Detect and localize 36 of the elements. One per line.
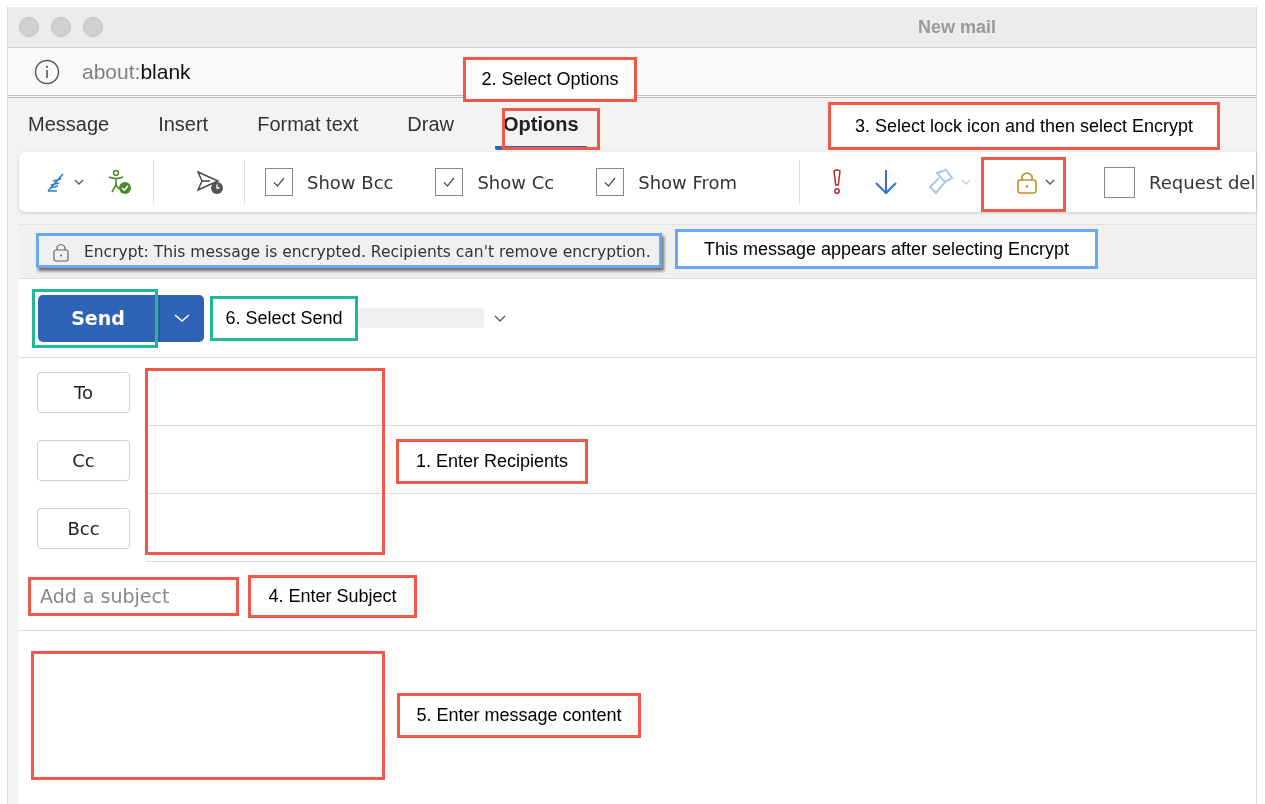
low-importance-icon[interactable]: [874, 168, 899, 196]
from-dropdown-icon[interactable]: [493, 313, 507, 323]
chevron-down-icon: [73, 178, 85, 186]
chevron-down-icon: [173, 312, 191, 323]
toolbar-checkbox[interactable]: Show From: [596, 168, 738, 196]
chevron-down-icon: [960, 178, 973, 186]
ribbon-tab[interactable]: Insert: [150, 104, 217, 150]
toolbar-checkbox[interactable]: Show Cc: [435, 168, 555, 196]
callout-label: 3. Select lock icon and then select Encrypt: [828, 102, 1220, 150]
delay-send-icon[interactable]: [196, 169, 224, 195]
signature-button[interactable]: [45, 171, 85, 193]
lock-icon: [1016, 169, 1039, 195]
callout-label: 2. Select Options: [463, 57, 637, 102]
toolbar-checkbox[interactable]: Show Bcc: [265, 168, 394, 196]
accessibility-check-icon[interactable]: [107, 169, 133, 195]
ribbon-tab[interactable]: Message: [20, 104, 118, 150]
ribbon-tab[interactable]: Format text: [249, 104, 367, 150]
pen-icon: [45, 171, 67, 193]
recipient-button[interactable]: To: [37, 371, 130, 413]
callout-label: 4. Enter Subject: [248, 575, 417, 618]
send-button[interactable]: Send: [38, 294, 158, 342]
encryption-notice: Encrypt: This message is encrypted. Recipients can't remove encryption.: [84, 242, 651, 261]
toolbar-checkbox[interactable]: Request del: [1104, 166, 1256, 198]
chevron-down-icon: [1044, 178, 1057, 186]
callout-label: 1. Enter Recipients: [396, 439, 588, 484]
lock-icon: [53, 241, 69, 262]
recipient-button[interactable]: Bcc: [37, 507, 130, 549]
window-title: New mail: [917, 16, 997, 38]
address-text: about:blank: [82, 59, 191, 84]
send-options-button[interactable]: [158, 294, 204, 342]
callout-label: 5. Enter message content: [397, 693, 641, 738]
info-icon[interactable]: [34, 58, 60, 85]
ribbon-tab[interactable]: Draw: [399, 104, 462, 150]
callout-label: 6. Select Send: [210, 296, 358, 341]
recipient-button[interactable]: Cc: [37, 439, 130, 481]
callout-label: This message appears after selecting Encrypt: [675, 229, 1098, 269]
